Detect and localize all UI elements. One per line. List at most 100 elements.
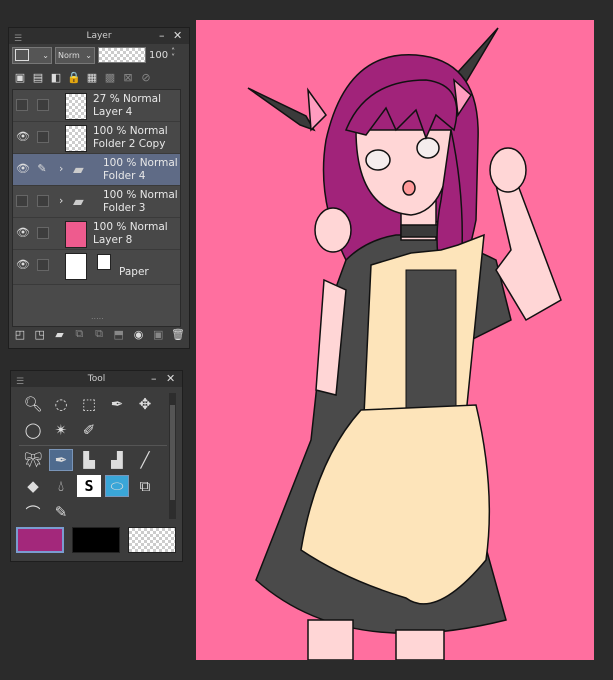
leg-right	[395, 629, 445, 660]
correct-line-icon[interactable]: ✎	[49, 501, 73, 523]
blend-mode-value: Norm	[58, 50, 80, 60]
move-icon[interactable]: ✥	[133, 393, 157, 415]
new-folder-icon[interactable]: ▰	[53, 327, 67, 341]
lasso-icon[interactable]: ◯	[21, 419, 45, 441]
pencil-icon[interactable]: ▙	[77, 449, 101, 471]
layer-row[interactable]: 👁 100 % Normal Layer 8	[13, 218, 180, 250]
eye-icon[interactable]: 👁	[16, 162, 30, 176]
minimize-icon[interactable]: –	[159, 28, 165, 44]
main-color-swatch[interactable]	[16, 527, 64, 553]
pen-select-icon[interactable]: ✒	[105, 393, 129, 415]
layer-toolbar: ⌄ Norm ⌄ 100 ˄ ˅	[9, 44, 189, 66]
fill-icon[interactable]: 💧︎	[49, 475, 73, 497]
opacity-slider[interactable]	[98, 47, 146, 63]
layer-info: Paper	[119, 266, 149, 279]
leg-left	[307, 619, 354, 660]
ruler-icon[interactable]: ⊠	[121, 70, 135, 84]
transparent-color-swatch[interactable]	[128, 527, 176, 553]
layer-lock-toggle[interactable]	[37, 195, 49, 207]
lock-icon[interactable]: 🔒	[67, 70, 81, 84]
frame-icon[interactable]: ⧉	[133, 475, 157, 497]
transfer-down-icon[interactable]: ⧉	[72, 327, 86, 341]
layer-name: Folder 3	[103, 202, 146, 214]
fist-right	[489, 147, 527, 193]
layer-color-dropdown[interactable]: ⌄	[12, 46, 52, 64]
layer-name: Paper	[119, 266, 149, 278]
zoom-icon[interactable]: 🔍︎	[21, 393, 45, 415]
ribbon-icon[interactable]: 🎀︎	[21, 449, 45, 471]
layer-info: 100 % Normal Folder 2 Copy	[93, 125, 168, 151]
layer-row[interactable]: › ▰ 100 % Normal Folder 3	[13, 186, 180, 218]
text-icon[interactable]: S	[77, 475, 101, 497]
clip-lower-icon[interactable]: ⬒	[112, 327, 126, 341]
drawing-canvas[interactable]	[196, 20, 594, 660]
eye-icon[interactable]: 👁	[16, 258, 30, 272]
mask-icon[interactable]: ▩	[103, 70, 117, 84]
eye-left	[365, 149, 391, 171]
opacity-value[interactable]: 100	[149, 50, 168, 61]
tool-scrollbar[interactable]	[169, 393, 176, 519]
layer-row[interactable]: 👁 Paper	[13, 250, 180, 285]
visibility-toggle[interactable]	[16, 99, 28, 111]
layer-lock-toggle[interactable]	[37, 99, 49, 111]
tool-scrollbar-thumb[interactable]	[170, 405, 175, 500]
layer-row[interactable]: 27 % Normal Layer 4	[13, 90, 180, 122]
rotate-icon[interactable]: ◌	[49, 393, 73, 415]
visibility-toggle[interactable]	[16, 195, 28, 207]
draft-layer-icon[interactable]: ◧	[49, 70, 63, 84]
tool-divider	[19, 445, 167, 446]
brush-icon[interactable]: ▟	[105, 449, 129, 471]
layer-lock-toggle[interactable]	[37, 227, 49, 239]
lock-transparency-icon[interactable]: ▦	[85, 70, 99, 84]
artwork	[247, 27, 562, 660]
new-vector-layer-icon[interactable]: ◳	[33, 327, 47, 341]
layer-lock-toggle[interactable]	[37, 259, 49, 271]
layer-property-icons: ▣ ▤ ◧ 🔒 ▦ ▩ ⊠ ⊘	[9, 66, 189, 88]
apron-center-stripe	[405, 269, 457, 421]
layer-color-icon	[15, 49, 29, 61]
chevron-right-icon[interactable]: ›	[59, 162, 63, 175]
sub-color-swatch[interactable]	[72, 527, 120, 553]
fist-left	[314, 207, 352, 253]
chevron-down-icon: ⌄	[85, 50, 92, 60]
blend-mode-dropdown[interactable]: Norm ⌄	[55, 46, 95, 64]
panel-grip-icon[interactable]: ☰	[16, 374, 24, 390]
eyedropper-icon[interactable]: ✐	[77, 419, 101, 441]
layer-color-toggle-icon[interactable]: ⊘	[139, 70, 153, 84]
layer-thumbnail	[65, 125, 87, 152]
layer-thumbnail	[65, 221, 87, 248]
clipping-icon[interactable]: ▣	[13, 70, 27, 84]
combine-layer-icon[interactable]: ⧉	[92, 327, 106, 341]
layer-lock-toggle[interactable]	[37, 131, 49, 143]
layer-info: 27 % Normal Layer 4	[93, 93, 161, 119]
reference-layer-icon[interactable]: ▤	[31, 70, 45, 84]
move-layer-icon[interactable]: ⬚	[77, 393, 101, 415]
vector-icon[interactable]: ⬭	[105, 475, 129, 497]
apply-mask-icon[interactable]: ▣	[151, 327, 165, 341]
eraser-icon[interactable]: ◆	[21, 475, 45, 497]
close-icon[interactable]: ✕	[173, 28, 182, 44]
layer-panel-titlebar[interactable]: ☰ Layer – ✕	[9, 28, 189, 44]
pen-icon[interactable]: ✒	[49, 449, 73, 471]
layer-opacity-blend: 27 % Normal	[93, 93, 162, 105]
minimize-icon[interactable]: –	[151, 371, 157, 387]
eye-icon[interactable]: 👁	[16, 130, 30, 144]
layer-mask-icon[interactable]: ◉	[132, 327, 146, 341]
tool-panel-titlebar[interactable]: ☰ Tool – ✕	[11, 371, 182, 387]
panel-grip-icon[interactable]: ☰	[14, 31, 22, 47]
new-raster-layer-icon[interactable]: ◰	[13, 327, 27, 341]
paper-layer-icon	[97, 254, 111, 270]
layer-thumbnail	[65, 93, 87, 120]
eye-icon[interactable]: 👁	[16, 226, 30, 240]
close-icon[interactable]: ✕	[166, 371, 175, 387]
layer-row-selected[interactable]: 👁 ✎ › ▰ 100 % Normal Folder 4	[13, 154, 180, 186]
folder-icon: ▰	[73, 162, 84, 178]
trash-icon[interactable]: 🗑	[171, 327, 185, 341]
layer-row[interactable]: 👁 100 % Normal Folder 2 Copy	[13, 122, 180, 154]
magic-wand-icon[interactable]: ✴	[49, 419, 73, 441]
curve-icon[interactable]: ⌒	[21, 501, 45, 523]
line-icon[interactable]: ╱	[133, 449, 157, 471]
layer-name: Folder 4	[103, 170, 146, 182]
opacity-stepper-icon[interactable]: ˄ ˅	[171, 48, 175, 62]
chevron-right-icon[interactable]: ›	[59, 194, 63, 207]
